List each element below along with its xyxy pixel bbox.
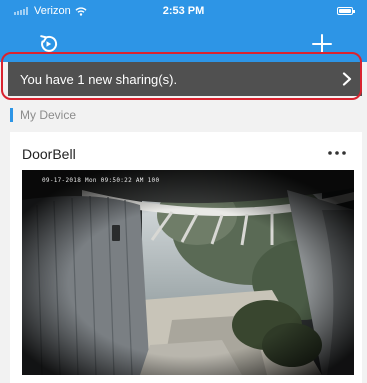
device-name: DoorBell	[22, 146, 76, 162]
sharing-banner[interactable]: You have 1 new sharing(s).	[8, 62, 362, 96]
status-time: 2:53 PM	[162, 5, 205, 17]
top-bar: Verizon 2:53 PM	[0, 0, 367, 62]
camera-timestamp: 09-17-2018 Mon 09:50:22 AM 100	[42, 177, 160, 184]
sharing-banner-text: You have 1 new sharing(s).	[20, 71, 178, 87]
more-icon[interactable]	[326, 148, 348, 158]
chevron-right-icon	[342, 72, 352, 86]
battery-icon	[337, 7, 355, 15]
camera-preview[interactable]: 09-17-2018 Mon 09:50:22 AM 100	[22, 170, 354, 375]
plus-icon[interactable]	[311, 33, 333, 55]
camera-scene	[22, 170, 354, 375]
section-accent-bar	[10, 108, 13, 122]
device-card[interactable]: DoorBell 09-17-2018 Mon 09:50:22 AM 100	[10, 132, 362, 383]
refresh-icon[interactable]	[37, 33, 59, 55]
section-title: My Device	[20, 108, 77, 122]
status-bar: Verizon 2:53 PM	[0, 0, 367, 22]
